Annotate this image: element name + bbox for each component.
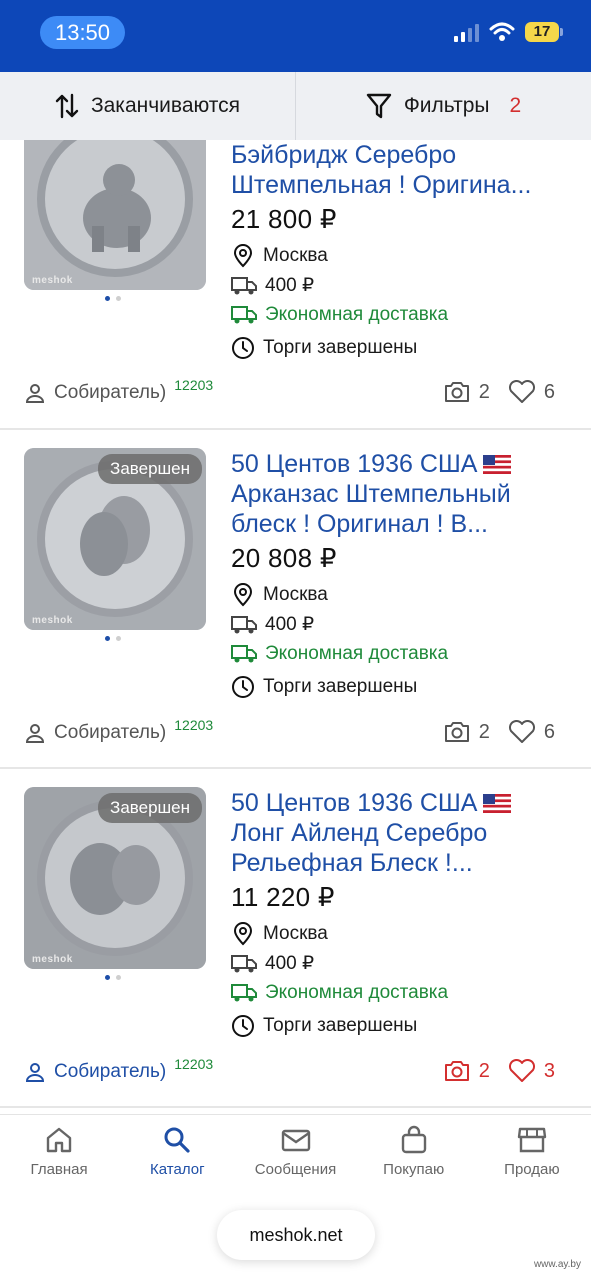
camera-icon [444, 722, 469, 742]
listing-location: Москва [231, 244, 328, 268]
nav-messages[interactable]: Сообщения [236, 1115, 354, 1204]
nav-selling[interactable]: Продаю [473, 1115, 591, 1204]
home-icon [46, 1127, 72, 1153]
status-time: 13:50 [40, 16, 125, 49]
photo-pager-dots [105, 296, 121, 301]
us-flag-icon [483, 455, 512, 474]
truck-icon [231, 615, 257, 633]
listing-delivery-price: 400 ₽ [231, 274, 314, 297]
bottom-nav: Главная Каталог Сообщения Покупаю Продаю [0, 1114, 591, 1204]
listing-delivery-price: 400 ₽ [231, 952, 314, 975]
user-icon [25, 1063, 45, 1082]
browser-url-bar[interactable]: meshok.net [217, 1210, 375, 1260]
photo-watermark: meshok [32, 954, 73, 965]
sort-filter-bar: Заканчиваются Фильтры 2 [0, 72, 591, 140]
user-icon [25, 724, 45, 743]
listing-auction-status: Торги завершены [231, 1014, 417, 1038]
nav-buying[interactable]: Покупаю [355, 1115, 473, 1204]
listing-title[interactable]: 50 Центов 1936 США Лонг Айленд Серебро Р… [231, 788, 571, 878]
location-pin-icon [233, 583, 253, 607]
listing-photo[interactable]: Завершен meshok [24, 787, 206, 969]
seller-rating: 12203 [174, 717, 214, 733]
seller-rating: 12203 [174, 377, 214, 393]
status-bar: 13:50 17 [0, 0, 591, 72]
status-badge: Завершен [98, 793, 202, 823]
seller-rating: 12203 [174, 1056, 214, 1072]
listing-stats: 2 6 [443, 720, 555, 744]
truck-icon [231, 954, 257, 972]
filter-count-badge: 2 [509, 94, 522, 117]
listing-stats: 2 6 [443, 380, 555, 404]
photo-pager-dots [105, 636, 121, 641]
listing-delivery-type: Экономная доставка [231, 304, 448, 326]
filter-icon [366, 93, 392, 119]
photo-count: 2 [443, 1059, 490, 1083]
favorite-button[interactable]: 6 [508, 720, 555, 744]
listing-location: Москва [231, 922, 328, 946]
photo-watermark: meshok [32, 275, 73, 286]
battery-icon: 17 [525, 22, 563, 42]
shop-icon [517, 1127, 547, 1153]
truck-fast-icon [231, 645, 257, 663]
us-flag-icon [483, 794, 512, 813]
listing-stats: 2 3 [443, 1059, 555, 1083]
listing-seller[interactable]: Собиратель) 12203 [24, 1056, 213, 1083]
listing-delivery-price: 400 ₽ [231, 613, 314, 636]
listing-price: 11 220 ₽ [231, 882, 335, 912]
listing-delivery-type: Экономная доставка [231, 643, 448, 665]
listing-price: 20 808 ₽ [231, 543, 337, 573]
filter-label: Фильтры [403, 94, 490, 117]
listing-item[interactable]: Завершен meshok 50 Центов 1936 США Аркан… [0, 430, 591, 769]
location-pin-icon [233, 922, 253, 946]
battery-level: 17 [525, 22, 559, 42]
clock-icon [232, 1015, 254, 1037]
filter-button[interactable]: Фильтры 2 [295, 72, 591, 140]
location-pin-icon [233, 244, 253, 268]
heart-icon [508, 720, 535, 743]
listing-list: meshok Бэйбридж Серебро Штемпельная ! Ор… [0, 140, 591, 1116]
photo-count: 2 [443, 380, 490, 404]
listing-photo[interactable]: meshok [24, 140, 206, 290]
listing-seller[interactable]: Собиратель) 12203 [24, 717, 213, 744]
listing-title[interactable]: Бэйбридж Серебро Штемпельная ! Оригина..… [231, 140, 571, 200]
clock-icon [232, 337, 254, 359]
listing-auction-status: Торги завершены [231, 336, 417, 360]
corner-watermark: www.ay.by [533, 1259, 581, 1270]
wifi-icon [489, 22, 515, 41]
sort-label: Заканчиваются [90, 94, 241, 117]
listing-price: 21 800 ₽ [231, 204, 337, 234]
user-icon [25, 384, 45, 403]
nav-catalog[interactable]: Каталог [118, 1115, 236, 1204]
status-badge: Завершен [98, 454, 202, 484]
photo-watermark: meshok [32, 615, 73, 626]
truck-icon [231, 276, 257, 294]
listing-item[interactable]: meshok Бэйбридж Серебро Штемпельная ! Ор… [0, 140, 591, 430]
sort-button[interactable]: Заканчиваются [0, 72, 295, 140]
listing-delivery-type: Экономная доставка [231, 982, 448, 1004]
listing-location: Москва [231, 583, 328, 607]
photo-pager-dots [105, 975, 121, 980]
mail-icon [281, 1129, 310, 1152]
listing-auction-status: Торги завершены [231, 675, 417, 699]
truck-fast-icon [231, 984, 257, 1002]
cellular-signal-icon [454, 22, 479, 42]
nav-home[interactable]: Главная [0, 1115, 118, 1204]
truck-fast-icon [231, 306, 257, 324]
heart-icon [508, 1059, 535, 1082]
camera-icon [444, 1061, 469, 1081]
listing-photo[interactable]: Завершен meshok [24, 448, 206, 630]
heart-icon [508, 380, 535, 403]
sort-arrows-icon [55, 93, 79, 119]
camera-icon [444, 382, 469, 402]
bag-icon [401, 1125, 426, 1154]
listing-item[interactable]: Завершен meshok 50 Центов 1936 США Лонг … [0, 769, 591, 1108]
listing-seller[interactable]: Собиратель) 12203 [24, 377, 213, 404]
clock-icon [232, 676, 254, 698]
listing-title[interactable]: 50 Центов 1936 США Арканзас Штемпельный … [231, 449, 571, 539]
status-icons: 17 [454, 22, 563, 42]
photo-count: 2 [443, 720, 490, 744]
favorite-button[interactable]: 6 [508, 380, 555, 404]
favorite-button[interactable]: 3 [508, 1059, 555, 1083]
search-icon [164, 1127, 190, 1153]
